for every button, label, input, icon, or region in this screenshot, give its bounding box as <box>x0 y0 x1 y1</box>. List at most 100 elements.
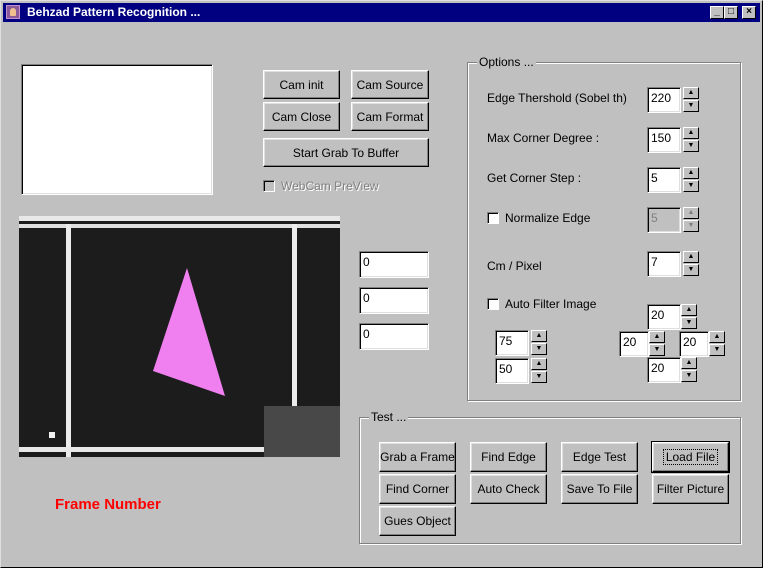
webcam-preview-label: WebCam PreView <box>281 179 379 193</box>
normalize-edge-input[interactable]: 5 <box>647 207 681 233</box>
find-edge-button[interactable]: Find Edge <box>470 442 547 472</box>
filter-value-2-spinner[interactable]: ▲ ▼ <box>531 358 547 384</box>
spin-down-icon[interactable]: ▼ <box>649 344 665 356</box>
max-corner-spinner[interactable]: ▲ ▼ <box>683 127 699 153</box>
minimize-button[interactable]: _ <box>710 6 724 19</box>
cam-close-label: Cam Close <box>271 109 332 124</box>
filter-value-2-input[interactable]: 50 <box>495 358 529 384</box>
spin-down-icon[interactable]: ▼ <box>683 220 699 232</box>
spin-up-icon[interactable]: ▲ <box>683 87 699 99</box>
options-title: Options ... <box>477 55 536 69</box>
filter-bottom-input[interactable]: 20 <box>647 357 681 383</box>
spin-down-icon[interactable]: ▼ <box>681 317 697 329</box>
auto-filter-checkbox[interactable] <box>487 298 499 310</box>
close-button[interactable]: × <box>742 6 756 19</box>
edge-test-label: Edge Test <box>572 450 627 464</box>
corner-step-spinner[interactable]: ▲ ▼ <box>683 167 699 193</box>
spin-down-icon[interactable]: ▼ <box>683 180 699 192</box>
spin-up-icon[interactable]: ▲ <box>683 207 699 219</box>
normalize-edge-label: Normalize Edge <box>505 211 591 225</box>
cam-format-label: Cam Format <box>356 109 424 124</box>
filter-top-input[interactable]: 20 <box>647 304 681 330</box>
edge-threshold-spinner[interactable]: ▲ ▼ <box>683 87 699 113</box>
title-bar[interactable]: Behzad Pattern Recognition ... _ □ × <box>3 3 760 22</box>
edge-threshold-label: Edge Thershold (Sobel th) <box>487 91 627 105</box>
spin-down-icon[interactable]: ▼ <box>683 264 699 276</box>
spin-down-icon[interactable]: ▼ <box>683 100 699 112</box>
spin-up-icon[interactable]: ▲ <box>681 304 697 316</box>
normalize-edge-checkbox[interactable] <box>487 212 499 224</box>
auto-filter-label: Auto Filter Image <box>505 297 597 311</box>
gues-object-label: Gues Object <box>384 514 451 528</box>
gues-object-button[interactable]: Gues Object <box>379 506 456 536</box>
save-to-file-button[interactable]: Save To File <box>561 474 638 504</box>
webcam-preview-box <box>21 64 213 195</box>
cm-pixel-label: Cm / Pixel <box>487 259 542 273</box>
find-corner-button[interactable]: Find Corner <box>379 474 456 504</box>
grab-frame-button[interactable]: Grab a Frame <box>379 442 456 472</box>
filter-top-spinner[interactable]: ▲ ▼ <box>681 304 697 330</box>
find-corner-label: Find Corner <box>385 482 450 496</box>
edge-test-button[interactable]: Edge Test <box>561 442 638 472</box>
cm-pixel-input[interactable]: 7 <box>647 251 681 277</box>
max-corner-input[interactable]: 150 <box>647 127 681 153</box>
filter-value-1-spinner[interactable]: ▲ ▼ <box>531 330 547 356</box>
spin-down-icon[interactable]: ▼ <box>531 343 547 355</box>
cam-close-button[interactable]: Cam Close <box>263 102 340 131</box>
normalize-edge-spinner[interactable]: ▲ ▼ <box>683 207 699 233</box>
spin-up-icon[interactable]: ▲ <box>681 357 697 369</box>
image-white-dot <box>49 432 55 438</box>
main-window: Behzad Pattern Recognition ... _ □ × Cam… <box>0 0 763 568</box>
spin-up-icon[interactable]: ▲ <box>649 331 665 343</box>
filter-left-input[interactable]: 20 <box>619 331 649 357</box>
filter-bottom-spinner[interactable]: ▲ ▼ <box>681 357 697 383</box>
start-grab-button[interactable]: Start Grab To Buffer <box>263 138 429 167</box>
cam-init-label: Cam init <box>279 77 324 92</box>
readout-field-3[interactable]: 0 <box>359 323 429 350</box>
save-to-file-label: Save To File <box>566 482 633 496</box>
cm-pixel-spinner[interactable]: ▲ ▼ <box>683 251 699 277</box>
corner-step-label: Get Corner Step : <box>487 171 582 185</box>
max-corner-label: Max Corner Degree : <box>487 131 600 145</box>
filter-right-input[interactable]: 20 <box>679 331 709 357</box>
spin-up-icon[interactable]: ▲ <box>531 330 547 342</box>
spin-up-icon[interactable]: ▲ <box>531 358 547 370</box>
frame-number-label: Frame Number <box>55 496 161 513</box>
cam-init-button[interactable]: Cam init <box>263 70 340 99</box>
filter-value-1-input[interactable]: 75 <box>495 330 529 356</box>
cam-source-label: Cam Source <box>356 77 424 92</box>
start-grab-label: Start Grab To Buffer <box>292 145 400 160</box>
filter-right-spinner[interactable]: ▲ ▼ <box>709 331 725 357</box>
maximize-button[interactable]: □ <box>724 6 738 19</box>
image-left-line <box>66 224 71 457</box>
corner-step-input[interactable]: 5 <box>647 167 681 193</box>
spin-down-icon[interactable]: ▼ <box>531 371 547 383</box>
auto-check-button[interactable]: Auto Check <box>470 474 547 504</box>
spin-down-icon[interactable]: ▼ <box>683 140 699 152</box>
webcam-preview-checkbox[interactable] <box>263 180 275 192</box>
spin-up-icon[interactable]: ▲ <box>683 251 699 263</box>
spin-up-icon[interactable]: ▲ <box>683 167 699 179</box>
edge-threshold-input[interactable]: 220 <box>647 87 681 113</box>
app-icon[interactable] <box>6 5 20 19</box>
spin-down-icon[interactable]: ▼ <box>709 344 725 356</box>
filter-picture-button[interactable]: Filter Picture <box>652 474 729 504</box>
cam-format-button[interactable]: Cam Format <box>351 102 429 131</box>
readout-field-2[interactable]: 0 <box>359 287 429 314</box>
spin-up-icon[interactable]: ▲ <box>683 127 699 139</box>
filter-left-spinner[interactable]: ▲ ▼ <box>649 331 665 357</box>
filter-picture-label: Filter Picture <box>656 482 725 496</box>
grab-frame-label: Grab a Frame <box>380 450 455 464</box>
load-file-label: Load File <box>662 449 719 465</box>
captured-image <box>19 216 340 457</box>
load-file-button[interactable]: Load File <box>651 441 730 473</box>
find-edge-label: Find Edge <box>481 450 536 464</box>
cam-source-button[interactable]: Cam Source <box>351 70 429 99</box>
window-title: Behzad Pattern Recognition ... <box>27 5 201 19</box>
readout-field-1[interactable]: 0 <box>359 251 429 278</box>
image-gray-patch <box>264 406 340 457</box>
auto-check-label: Auto Check <box>477 482 540 496</box>
spin-up-icon[interactable]: ▲ <box>709 331 725 343</box>
test-title: Test ... <box>369 410 409 424</box>
spin-down-icon[interactable]: ▼ <box>681 370 697 382</box>
